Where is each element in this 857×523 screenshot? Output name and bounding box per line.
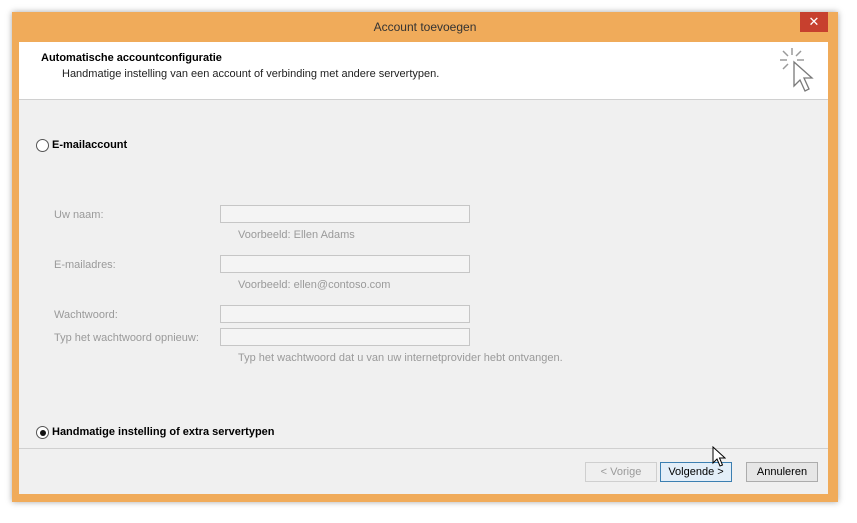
email-account-label[interactable]: E-mailaccount	[52, 139, 127, 151]
dialog-body: Automatische accountconfiguratie Handmat…	[19, 42, 828, 494]
back-button[interactable]: < Vorige	[585, 462, 657, 482]
page-title: Automatische accountconfiguratie	[41, 52, 222, 64]
name-label: Uw naam:	[54, 209, 104, 221]
email-input[interactable]	[220, 255, 470, 273]
mouse-cursor-icon	[712, 446, 726, 467]
password-input[interactable]	[220, 305, 470, 323]
window-title: Account toevoegen	[373, 20, 477, 34]
name-input[interactable]	[220, 205, 470, 223]
password-hint: Typ het wachtwoord dat u van uw internet…	[238, 352, 563, 364]
cancel-button[interactable]: Annuleren	[746, 462, 818, 482]
cursor-sparkle-icon	[780, 48, 814, 92]
password-repeat-label: Typ het wachtwoord opnieuw:	[54, 332, 199, 344]
close-button[interactable]: ✕	[800, 12, 828, 32]
footer-divider	[19, 448, 828, 449]
manual-setup-label[interactable]: Handmatige instelling of extra servertyp…	[52, 426, 275, 438]
dialog-header: Automatische accountconfiguratie Handmat…	[19, 42, 828, 100]
password-repeat-input[interactable]	[220, 328, 470, 346]
email-label: E-mailadres:	[54, 259, 116, 271]
name-hint: Voorbeeld: Ellen Adams	[238, 229, 355, 241]
title-bar: Account toevoegen ✕	[12, 12, 838, 42]
email-hint: Voorbeeld: ellen@contoso.com	[238, 279, 391, 291]
manual-setup-radio[interactable]	[36, 426, 49, 439]
account-dialog: Account toevoegen ✕ Automatische account…	[12, 12, 838, 502]
password-label: Wachtwoord:	[54, 309, 118, 321]
email-account-radio[interactable]	[36, 139, 49, 152]
page-subtitle: Handmatige instelling van een account of…	[62, 68, 440, 80]
